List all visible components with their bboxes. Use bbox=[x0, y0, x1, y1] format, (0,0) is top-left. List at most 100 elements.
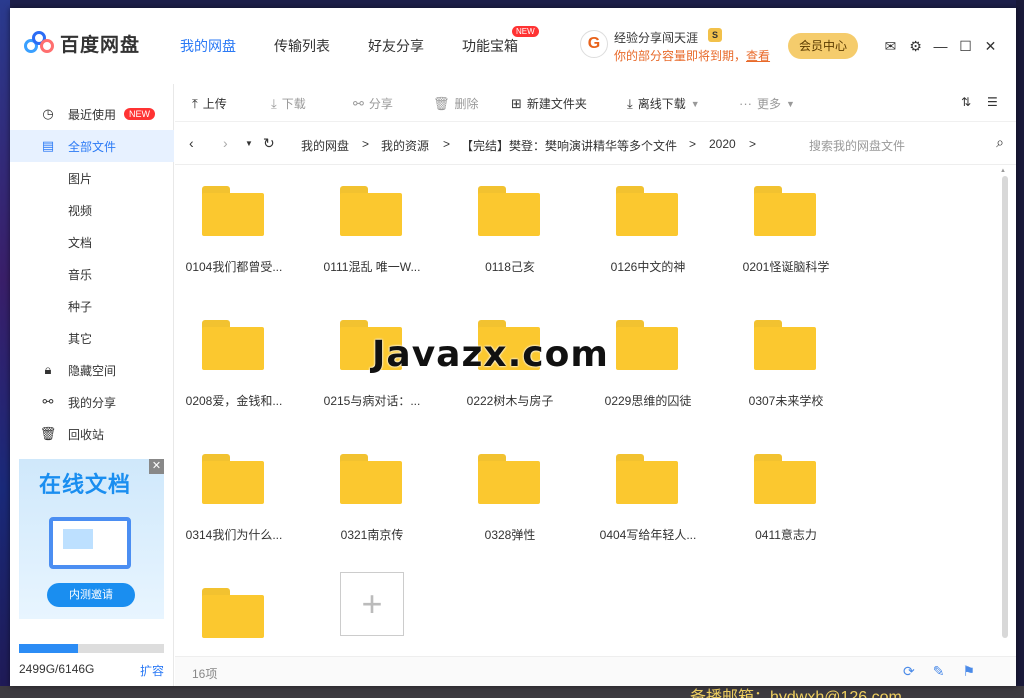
folder-name: 0126中文的神 bbox=[610, 260, 686, 274]
folder-item[interactable]: 0118己亥 bbox=[445, 168, 575, 278]
add-folder-tile[interactable]: + bbox=[340, 572, 404, 636]
view-link[interactable]: 查看 bbox=[746, 49, 770, 63]
sidebar-item-hidden-space[interactable]: 🔒︎ 隐藏空间 bbox=[10, 354, 174, 386]
feedback-icon[interactable]: ✎ bbox=[933, 663, 945, 680]
sidebar-item-label: 其它 bbox=[68, 331, 93, 346]
share-button[interactable]: ⚯ 分享 bbox=[353, 95, 393, 112]
window-controls: ✉ ⚙ — ☐ ✕ bbox=[878, 37, 1003, 55]
sidebar-item-other[interactable]: 其它 bbox=[10, 322, 174, 354]
sidebar-item-label: 回收站 bbox=[68, 427, 105, 442]
minimize-icon[interactable]: — bbox=[928, 37, 953, 55]
watermark: Javazx.com bbox=[372, 334, 609, 375]
more-button[interactable]: ··· 更多 ▼ bbox=[739, 95, 795, 112]
sidebar-item-all-files[interactable]: ▤ 全部文件 bbox=[10, 130, 174, 162]
offline-download-label: 离线下载 bbox=[637, 97, 686, 111]
nav-transfer-list[interactable]: 传输列表 bbox=[274, 36, 330, 56]
folder-item[interactable]: 0201怪诞脑科学 bbox=[721, 168, 851, 278]
title-bar: 百度网盘 我的网盘 传输列表 好友分享 功能宝箱 NEW G 经验分享闯天涯 S… bbox=[10, 8, 1016, 84]
folder-item[interactable]: 0321南京传 bbox=[307, 436, 437, 546]
breadcrumb-2020[interactable]: 2020 bbox=[709, 137, 736, 151]
sort-icon[interactable]: ⇅ bbox=[961, 95, 971, 109]
folder-name: 0411意志力 bbox=[755, 528, 817, 542]
folder-icon bbox=[616, 320, 678, 370]
refresh-icon[interactable]: ↻ bbox=[263, 135, 275, 152]
folder-icon bbox=[478, 454, 540, 504]
folder-icon bbox=[202, 186, 264, 236]
username: 经验分享闯天涯 bbox=[614, 31, 699, 45]
folder-item[interactable] bbox=[175, 570, 299, 656]
folder-item[interactable]: 0404写给年轻人... bbox=[583, 436, 713, 546]
beta-invite-button[interactable]: 内测邀请 bbox=[47, 583, 135, 607]
breadcrumb-my-resources[interactable]: 我的资源 bbox=[381, 137, 429, 154]
folder-name: 0321南京传 bbox=[340, 528, 404, 542]
folder-item[interactable]: 0411意志力 bbox=[721, 436, 851, 546]
download-icon: ⤓ bbox=[627, 95, 633, 111]
forward-icon[interactable]: › bbox=[223, 135, 228, 151]
ad-close-icon[interactable]: ✕ bbox=[149, 459, 164, 474]
ellipsis-icon: ··· bbox=[739, 96, 752, 111]
status-bar: 16项 ⟳ ✎ ⚑ bbox=[175, 656, 1016, 686]
folder-item[interactable]: 0314我们为什么... bbox=[175, 436, 299, 546]
download-button[interactable]: ⤓ 下载 bbox=[271, 95, 306, 112]
avatar[interactable]: G bbox=[580, 30, 608, 58]
sidebar-item-documents[interactable]: 文档 bbox=[10, 226, 174, 258]
folder-item[interactable]: 0307未来学校 bbox=[721, 302, 851, 412]
search-icon[interactable]: ⌕ bbox=[996, 134, 1004, 151]
sidebar-item-label: 文档 bbox=[68, 235, 93, 250]
nav-friend-share[interactable]: 好友分享 bbox=[368, 36, 424, 56]
vip-center-button[interactable]: 会员中心 bbox=[788, 33, 858, 59]
list-view-icon[interactable]: ☰ bbox=[987, 95, 998, 109]
sidebar-item-label: 种子 bbox=[68, 299, 93, 314]
folder-icon bbox=[478, 186, 540, 236]
folder-item[interactable]: 0208爱，金钱和... bbox=[175, 302, 299, 412]
folder-item[interactable]: 0104我们都曾受... bbox=[175, 168, 299, 278]
sync-icon[interactable]: ⟳ bbox=[903, 663, 915, 680]
folder-name: 0201怪诞脑科学 bbox=[742, 260, 830, 274]
breadcrumb-my-disk[interactable]: 我的网盘 bbox=[301, 137, 349, 154]
search-input[interactable]: 搜索我的网盘文件 bbox=[809, 137, 905, 154]
main-nav: 我的网盘 传输列表 好友分享 功能宝箱 NEW bbox=[180, 26, 556, 56]
account-promo[interactable]: G 经验分享闯天涯 S 你的部分容量即将到期，查看 bbox=[580, 28, 780, 64]
mail-icon[interactable]: ✉ bbox=[878, 37, 903, 55]
online-docs-ad[interactable]: 在线文档 ✕ 内测邀请 bbox=[19, 459, 164, 619]
folder-item[interactable]: 0328弹性 bbox=[445, 436, 575, 546]
close-icon[interactable]: ✕ bbox=[978, 37, 1003, 55]
sidebar-item-recycle-bin[interactable]: 🗑︎ 回收站 bbox=[10, 418, 174, 450]
folder-name: 0222树木与房子 bbox=[466, 394, 554, 408]
network-icon[interactable]: ⚑ bbox=[962, 663, 975, 680]
delete-label: 删除 bbox=[454, 97, 479, 111]
nav-my-disk[interactable]: 我的网盘 bbox=[180, 36, 236, 56]
settings-icon[interactable]: ⚙ bbox=[903, 37, 928, 55]
sidebar-item-torrents[interactable]: 种子 bbox=[10, 290, 174, 322]
clock-icon: ◷ bbox=[42, 106, 54, 121]
folder-name: 0215与病对话：... bbox=[323, 394, 421, 408]
maximize-icon[interactable]: ☐ bbox=[953, 37, 978, 55]
sidebar-item-my-shares[interactable]: ⚯ 我的分享 bbox=[10, 386, 174, 418]
expand-storage-link[interactable]: 扩容 bbox=[140, 662, 164, 679]
share-label: 分享 bbox=[368, 97, 393, 111]
scrollbar[interactable] bbox=[1002, 176, 1008, 638]
nav-toolbox[interactable]: 功能宝箱 NEW bbox=[462, 26, 539, 56]
sidebar-item-images[interactable]: 图片 bbox=[10, 162, 174, 194]
sidebar-item-music[interactable]: 音乐 bbox=[10, 258, 174, 290]
back-icon[interactable]: ‹ bbox=[189, 135, 194, 151]
folder-name: 0307未来学校 bbox=[748, 394, 824, 408]
folder-item[interactable]: 0111混乱 唯一W... bbox=[307, 168, 437, 278]
breadcrumb-collection[interactable]: 【完结】樊登：樊响演讲精华等多个文件 bbox=[461, 137, 677, 154]
monitor-illustration-icon bbox=[49, 517, 131, 569]
upload-button[interactable]: ⤒ 上传 bbox=[192, 95, 227, 112]
sidebar-item-videos[interactable]: 视频 bbox=[10, 194, 174, 226]
search-box[interactable]: 搜索我的网盘文件 ⌕ bbox=[809, 131, 1004, 157]
folder-item[interactable]: 0126中文的神 bbox=[583, 168, 713, 278]
history-dropdown-icon[interactable]: ▼ bbox=[245, 139, 253, 148]
document-icon: ▤ bbox=[41, 138, 55, 153]
delete-button[interactable]: 🗑︎ 删除 bbox=[433, 95, 479, 112]
share-icon: ⚯ bbox=[353, 95, 364, 111]
scroll-up-icon[interactable]: ▲ bbox=[1000, 168, 1006, 174]
sidebar-item-label: 隐藏空间 bbox=[68, 363, 117, 378]
folder-name: 0118己亥 bbox=[485, 260, 535, 274]
sidebar-item-label: 我的分享 bbox=[68, 395, 117, 410]
sidebar-item-recent[interactable]: ◷ 最近使用 NEW bbox=[10, 98, 174, 130]
new-folder-button[interactable]: ⊞ 新建文件夹 bbox=[511, 95, 587, 112]
offline-download-button[interactable]: ⤓ 离线下载 ▼ bbox=[627, 95, 700, 112]
